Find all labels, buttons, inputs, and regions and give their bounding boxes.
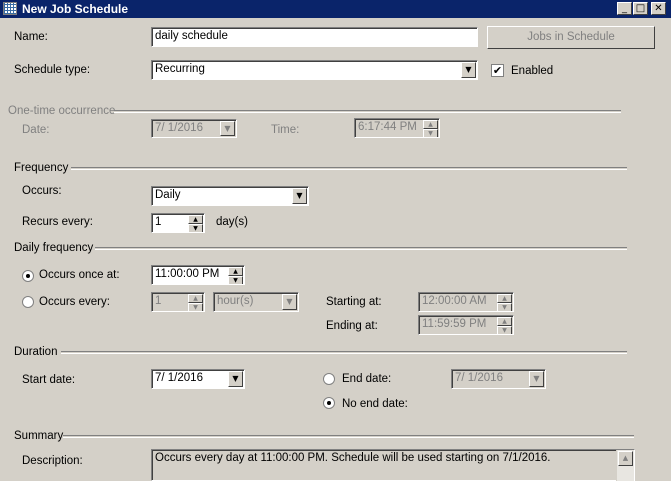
divider <box>63 435 634 438</box>
start-date-label: Start date: <box>22 374 76 386</box>
spin-down-icon[interactable]: ▼ <box>497 326 512 334</box>
occurs-every-unit-select[interactable]: hour(s) ▼ <box>213 292 299 312</box>
no-end-date-label: No end date: <box>342 398 408 410</box>
spin-up-icon[interactable]: ▲ <box>228 267 243 276</box>
divider <box>71 167 627 170</box>
time-label: Time: <box>271 124 300 136</box>
spin-up-icon[interactable]: ▲ <box>497 317 512 326</box>
starting-at-spinner[interactable]: 12:00:00 AM ▲ ▼ <box>418 292 514 312</box>
starting-at-value: 12:00:00 AM <box>422 295 487 307</box>
end-date-picker[interactable]: 7/ 1/2016 ▼ <box>451 369 546 389</box>
description-textbox[interactable]: Occurs every day at 11:00:00 PM. Schedul… <box>151 449 635 481</box>
chevron-down-icon[interactable]: ▼ <box>292 188 307 204</box>
jobs-in-schedule-button[interactable]: Jobs in Schedule <box>487 26 655 49</box>
recurs-every-spinner[interactable]: 1 ▲ ▼ <box>151 213 205 233</box>
duration-header: Duration <box>14 346 58 358</box>
start-date-value: 7/ 1/2016 <box>155 372 203 384</box>
frequency-header: Frequency <box>14 162 69 174</box>
description-value: Occurs every day at 11:00:00 PM. Schedul… <box>155 452 551 464</box>
calendar-icon <box>3 2 17 15</box>
one-time-time-value: 6:17:44 PM <box>358 121 417 133</box>
recurs-unit-label: day(s) <box>216 216 248 228</box>
occurs-value: Daily <box>155 189 181 201</box>
end-date-label: End date: <box>342 373 392 385</box>
schedule-type-value: Recurring <box>155 63 205 75</box>
one-time-header: One-time occurrence <box>8 105 116 117</box>
ending-at-value: 11:59:59 PM <box>422 318 487 330</box>
description-label: Description: <box>22 455 83 467</box>
occurs-once-time-value: 11:00:00 PM <box>155 268 220 280</box>
summary-header: Summary <box>14 430 64 442</box>
chevron-down-icon[interactable]: ▼ <box>220 121 235 136</box>
end-date-radio[interactable] <box>323 373 335 385</box>
recurs-every-label: Recurs every: <box>22 216 93 228</box>
chevron-down-icon[interactable]: ▼ <box>529 371 544 387</box>
chevron-down-icon[interactable]: ▼ <box>228 371 243 387</box>
spin-down-icon[interactable]: ▼ <box>497 303 512 311</box>
occurs-every-value: 1 <box>155 295 162 307</box>
schedule-type-label: Schedule type: <box>14 64 91 76</box>
spin-down-icon[interactable]: ▼ <box>188 303 203 311</box>
spin-up-icon[interactable]: ▲ <box>497 294 512 303</box>
recurs-every-value: 1 <box>155 216 162 228</box>
occurs-label: Occurs: <box>22 185 62 197</box>
no-end-date-radio[interactable] <box>323 397 335 409</box>
one-time-date-picker[interactable]: 7/ 1/2016 ▼ <box>151 119 237 138</box>
ending-at-label: Ending at: <box>326 320 378 332</box>
occurs-every-spinner[interactable]: 1 ▲ ▼ <box>151 292 205 312</box>
minimize-button[interactable]: _ <box>617 2 632 15</box>
ending-at-spinner[interactable]: 11:59:59 PM ▲ ▼ <box>418 315 514 335</box>
window-title: New Job Schedule <box>22 2 129 16</box>
starting-at-label: Starting at: <box>326 296 382 308</box>
date-label: Date: <box>22 124 50 136</box>
schedule-type-select[interactable]: Recurring ▼ <box>151 60 478 80</box>
one-time-date-value: 7/ 1/2016 <box>155 122 203 134</box>
divider <box>114 110 621 113</box>
enabled-checkbox[interactable]: ✔ <box>491 64 504 77</box>
chevron-down-icon[interactable]: ▼ <box>282 294 297 310</box>
spin-up-icon[interactable]: ▲ <box>188 294 203 303</box>
end-date-value: 7/ 1/2016 <box>455 372 503 384</box>
occurs-once-time-spinner[interactable]: 11:00:00 PM ▲ ▼ <box>151 265 245 285</box>
occurs-once-label: Occurs once at: <box>39 269 120 281</box>
name-input[interactable]: daily schedule <box>151 27 478 47</box>
spin-down-icon[interactable]: ▼ <box>423 129 438 137</box>
occurs-every-radio[interactable] <box>22 296 34 308</box>
spin-down-icon[interactable]: ▼ <box>228 276 243 284</box>
divider <box>95 247 627 250</box>
scroll-up-icon[interactable]: ▲ <box>618 451 633 466</box>
enabled-label: Enabled <box>511 65 554 77</box>
start-date-picker[interactable]: 7/ 1/2016 ▼ <box>151 369 245 389</box>
divider <box>61 351 627 354</box>
spin-down-icon[interactable]: ▼ <box>188 224 203 232</box>
occurs-every-label: Occurs every: <box>39 296 110 308</box>
spin-up-icon[interactable]: ▲ <box>423 120 438 129</box>
occurs-every-unit-value: hour(s) <box>217 295 254 307</box>
daily-frequency-header: Daily frequency <box>14 242 94 254</box>
description-scrollbar[interactable]: ▲ <box>616 450 634 481</box>
name-label: Name: <box>14 31 48 43</box>
maximize-button[interactable]: □ <box>633 2 648 15</box>
one-time-time-spinner[interactable]: 6:17:44 PM ▲ ▼ <box>354 118 440 138</box>
occurs-once-radio[interactable] <box>22 270 34 282</box>
occurs-select[interactable]: Daily ▼ <box>151 186 309 206</box>
spin-up-icon[interactable]: ▲ <box>188 215 203 224</box>
chevron-down-icon[interactable]: ▼ <box>461 62 476 78</box>
close-button[interactable]: ✕ <box>651 2 666 15</box>
